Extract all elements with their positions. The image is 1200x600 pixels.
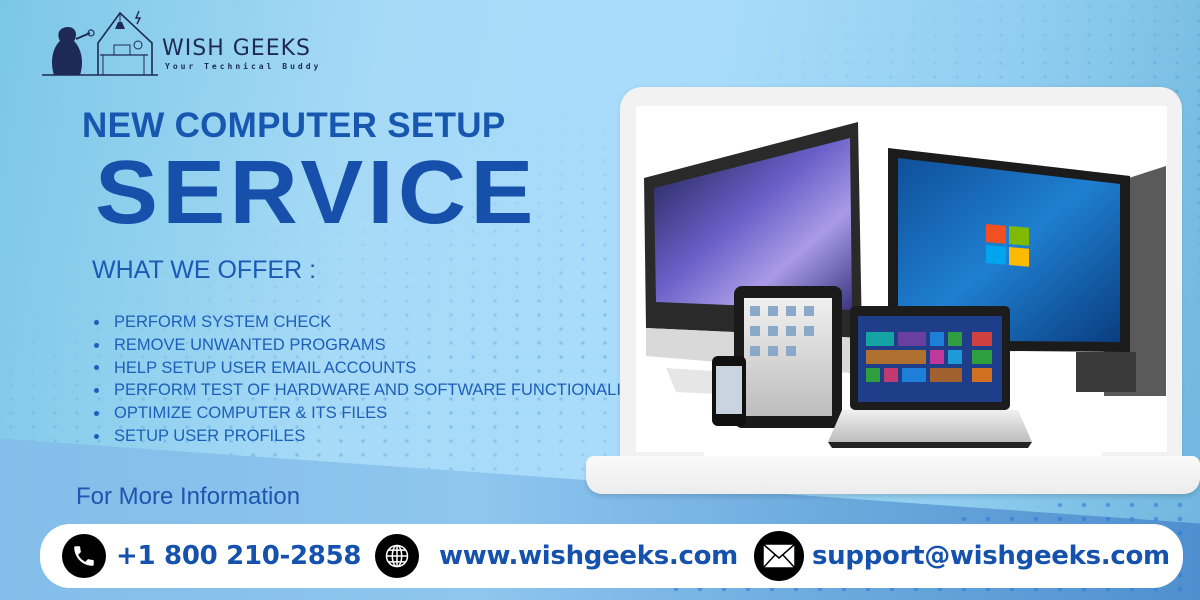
offer-item-text: HELP SETUP USER EMAIL ACCOUNTS [114, 358, 417, 377]
iphone-device [712, 356, 746, 426]
offer-item-text: PERFORM SYSTEM CHECK [114, 313, 332, 331]
offer-item-text: PERFORM TEST OF HARDWARE AND SOFTWARE FU… [114, 381, 643, 400]
devices-illustration [644, 122, 1166, 448]
windows-laptop-device [828, 306, 1032, 448]
envelope-icon [754, 531, 804, 581]
offer-item: REMOVE UNWANTED PROGRAMS [94, 334, 642, 357]
offer-item-text: SETUP USER PROFILES [114, 426, 306, 445]
ipad-device [734, 286, 842, 428]
globe-icon [375, 534, 419, 578]
offer-item: HELP SETUP USER EMAIL ACCOUNTS [94, 357, 642, 380]
bullet-icon [94, 433, 99, 439]
bullet-icon [94, 388, 99, 394]
website-link[interactable]: www.wishgeeks.com [439, 541, 738, 571]
phone-number[interactable]: +1 800 210-2858 [116, 541, 361, 571]
offer-list: PERFORM SYSTEM CHECK REMOVE UNWANTED PRO… [94, 311, 642, 448]
offer-item-text: REMOVE UNWANTED PROGRAMS [114, 335, 386, 354]
contact-phone[interactable]: +1 800 210-2858 [62, 524, 361, 588]
offer-item: PERFORM SYSTEM CHECK [94, 311, 642, 334]
laptop-mockup-base [586, 456, 1200, 494]
more-info-label: For More Information [76, 483, 301, 510]
offer-item: PERFORM TEST OF HARDWARE AND SOFTWARE FU… [94, 379, 642, 402]
bullet-icon [94, 411, 99, 417]
headline-service: SERVICE [95, 143, 538, 243]
brand-name: WISH GEEKS [162, 36, 311, 61]
house-dog-logo-icon [42, 10, 158, 76]
contact-email[interactable]: support@wishgeeks.com [754, 524, 1170, 588]
brand-tagline: Your Technical Buddy [165, 62, 322, 71]
offer-item: OPTIMIZE COMPUTER & ITS FILES [94, 402, 642, 425]
offer-item-text: OPTIMIZE COMPUTER & ITS FILES [114, 404, 388, 423]
bullet-icon [94, 342, 99, 348]
contact-bar: +1 800 210-2858 www.wishgeeks.com suppor… [40, 524, 1183, 588]
bullet-icon [94, 319, 99, 325]
phone-icon [62, 534, 106, 578]
brand-logo[interactable]: WISH GEEKS Your Technical Buddy [40, 3, 340, 77]
contact-website[interactable]: www.wishgeeks.com [375, 524, 738, 588]
offer-item: SETUP USER PROFILES [94, 425, 642, 448]
bullet-icon [94, 365, 99, 371]
offer-heading: WHAT WE OFFER : [92, 256, 317, 284]
headline-title: NEW COMPUTER SETUP [82, 106, 506, 145]
email-link[interactable]: support@wishgeeks.com [812, 541, 1170, 571]
hero-devices-image [636, 106, 1167, 452]
